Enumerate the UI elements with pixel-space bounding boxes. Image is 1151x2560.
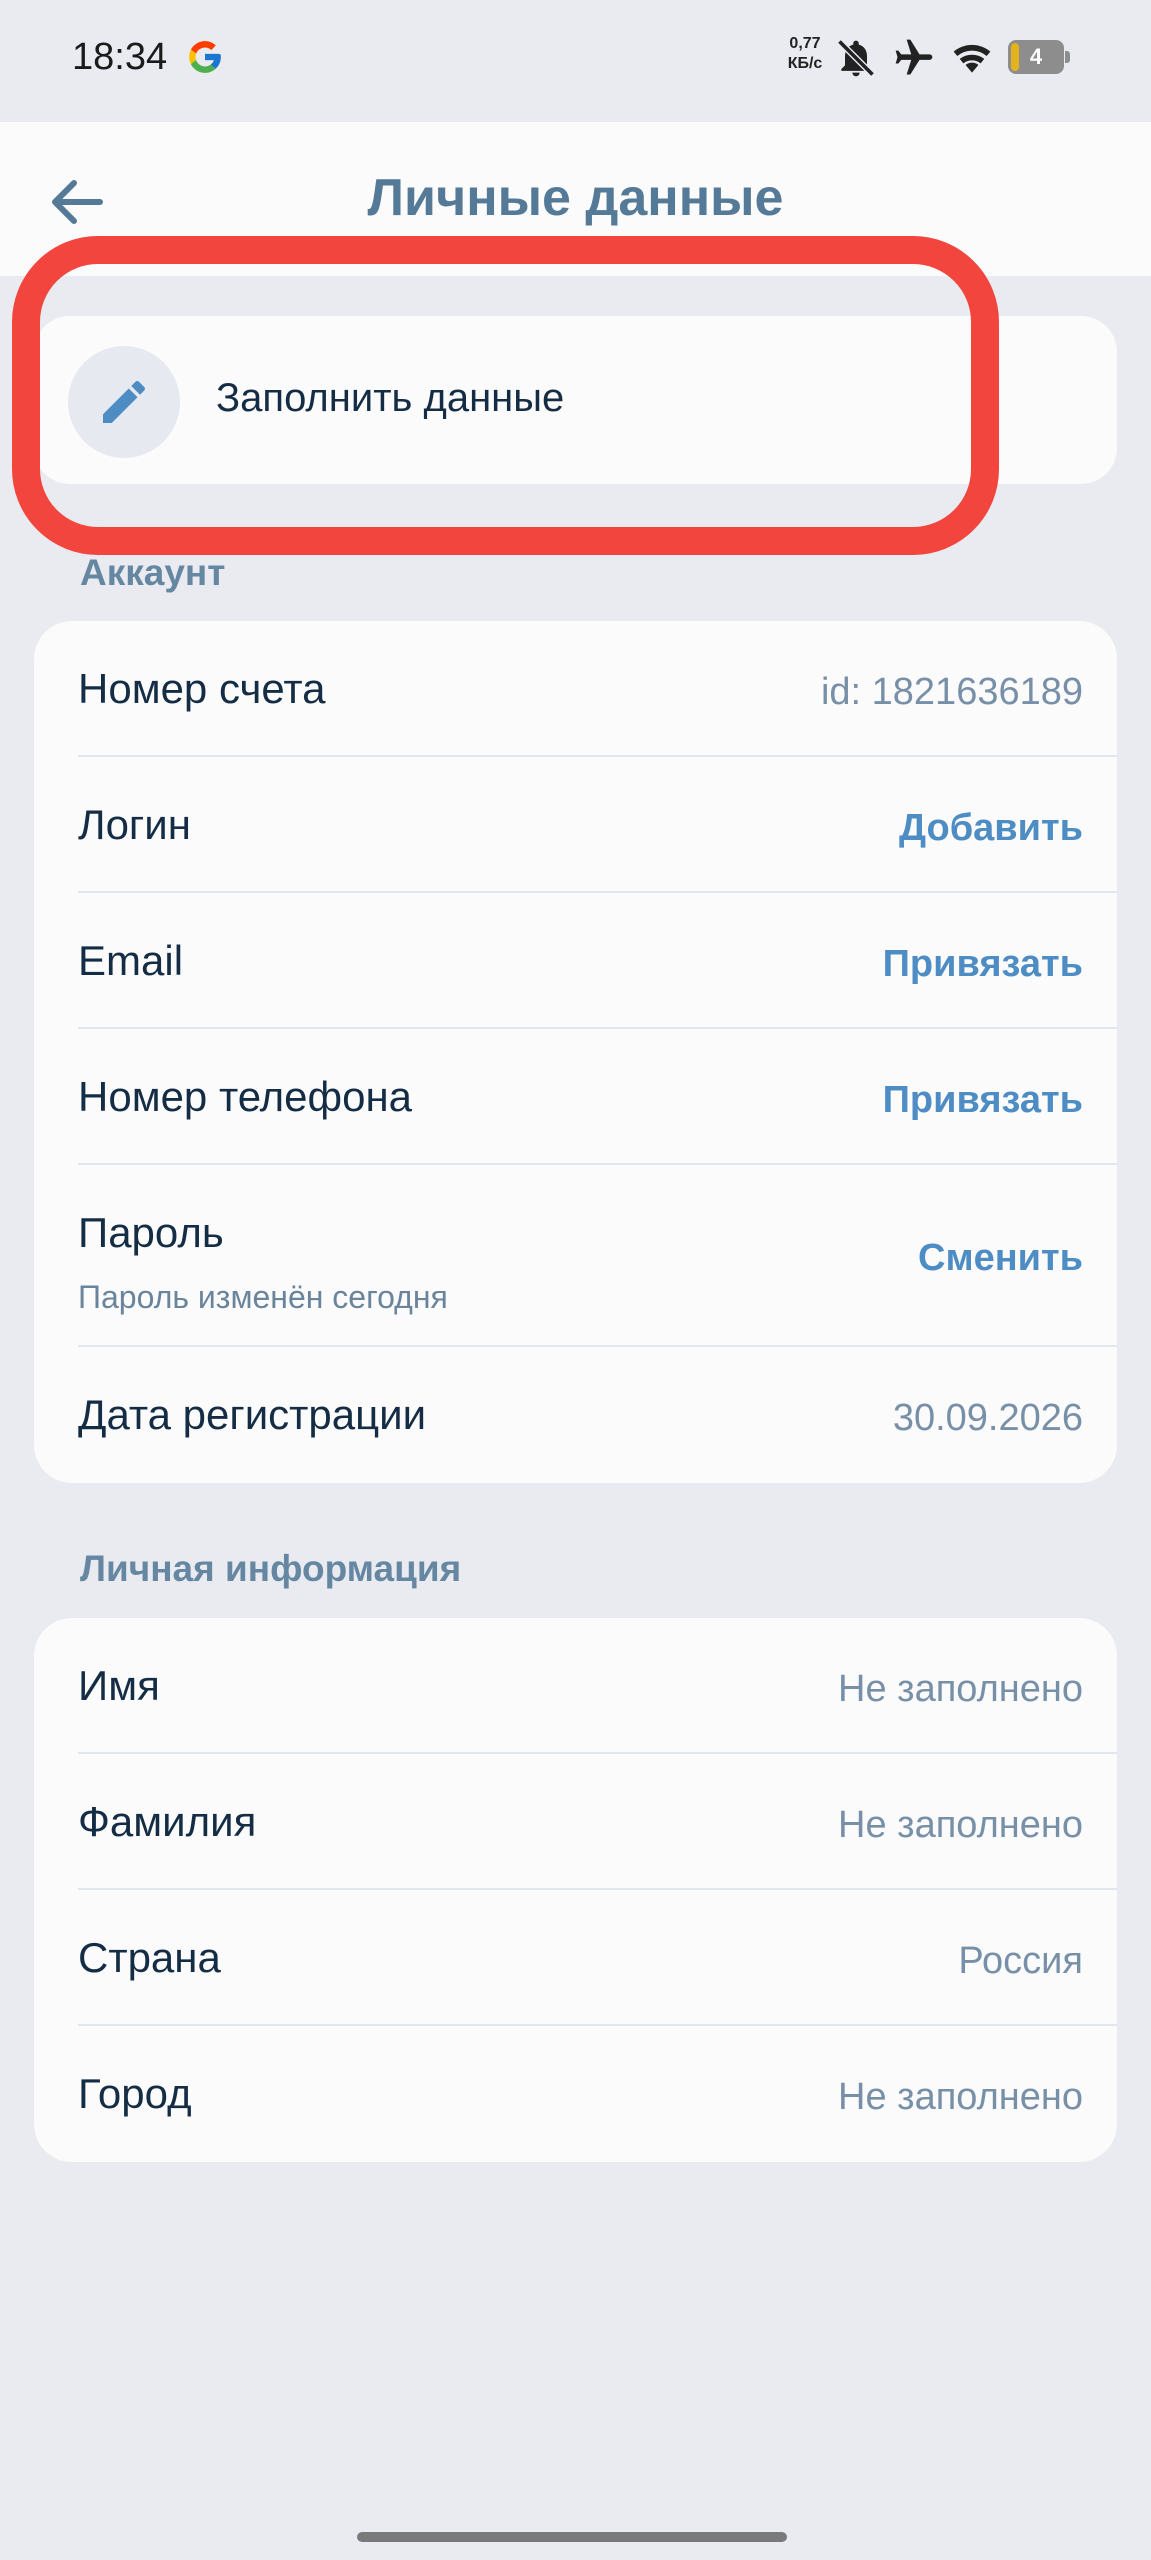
- home-indicator[interactable]: [357, 2532, 787, 2542]
- first-name-row[interactable]: Имя Не заполнено: [34, 1618, 1117, 1754]
- row-label: Email: [78, 937, 184, 984]
- row-label: Имя: [78, 1662, 160, 1709]
- country-row[interactable]: Страна Россия: [34, 1890, 1117, 2026]
- network-speed-unit: КБ/с: [787, 55, 823, 72]
- row-label: Город: [78, 2070, 192, 2117]
- page-title: Личные данные: [367, 169, 784, 227]
- fill-data-icon-circle: [68, 346, 180, 458]
- registration-date-row: Дата регистрации 30.09.2026: [34, 1347, 1117, 1483]
- row-label: Логин: [78, 801, 191, 848]
- battery-icon: 4: [1008, 40, 1070, 74]
- add-login-button[interactable]: Добавить: [899, 807, 1083, 850]
- account-section-title: Аккаунт: [80, 552, 226, 593]
- change-password-button[interactable]: Сменить: [918, 1237, 1083, 1280]
- email-row[interactable]: Email Привязать: [34, 893, 1117, 1029]
- registration-date-value: 30.09.2026: [892, 1397, 1083, 1439]
- last-name-row[interactable]: Фамилия Не заполнено: [34, 1754, 1117, 1890]
- personal-info-card: Имя Не заполнено Фамилия Не заполнено Ст…: [34, 1618, 1117, 2162]
- country-value: Россия: [958, 1940, 1083, 1982]
- row-label: Пароль: [78, 1209, 224, 1256]
- phone-row[interactable]: Номер телефона Привязать: [34, 1029, 1117, 1165]
- battery-tip: [1065, 51, 1070, 63]
- top-app-bar: Личные данные: [0, 122, 1151, 276]
- login-row[interactable]: Логин Добавить: [34, 757, 1117, 893]
- personal-info-section-title: Личная информация: [80, 1548, 462, 1589]
- last-name-value: Не заполнено: [838, 1804, 1083, 1846]
- fill-data-button[interactable]: Заполнить данные: [34, 316, 1117, 484]
- google-g-icon: [186, 38, 224, 76]
- battery-fill: [1011, 43, 1019, 71]
- row-label: Дата регистрации: [78, 1391, 427, 1438]
- network-speed-value: 0,77: [789, 35, 821, 52]
- airplane-icon: [892, 36, 936, 80]
- account-id-value: id: 1821636189: [820, 671, 1083, 713]
- status-time: 18:34: [72, 36, 168, 78]
- link-email-button[interactable]: Привязать: [883, 943, 1083, 986]
- row-label: Фамилия: [78, 1798, 257, 1845]
- account-number-row: Номер счета id: 1821636189: [34, 621, 1117, 757]
- status-bar: 18:34 0,77 КБ/с 4: [0, 0, 1151, 120]
- account-card: Номер счета id: 1821636189 Логин Добавит…: [34, 621, 1117, 1483]
- link-phone-button[interactable]: Привязать: [883, 1079, 1083, 1122]
- password-changed-note: Пароль изменён сегодня: [78, 1279, 448, 1315]
- city-value: Не заполнено: [838, 2076, 1083, 2118]
- password-row[interactable]: Пароль Пароль изменён сегодня Сменить: [34, 1165, 1117, 1347]
- bell-off-icon: [834, 36, 878, 80]
- wifi-icon: [950, 36, 994, 80]
- first-name-value: Не заполнено: [838, 1668, 1083, 1710]
- pencil-icon: [103, 380, 145, 423]
- network-speed: 0,77 КБ/с: [780, 34, 830, 74]
- row-label: Номер телефона: [78, 1073, 413, 1120]
- fill-data-label: Заполнить данные: [216, 376, 565, 420]
- row-label: Страна: [78, 1934, 221, 1981]
- city-row[interactable]: Город Не заполнено: [34, 2026, 1117, 2162]
- row-label: Номер счета: [78, 665, 326, 712]
